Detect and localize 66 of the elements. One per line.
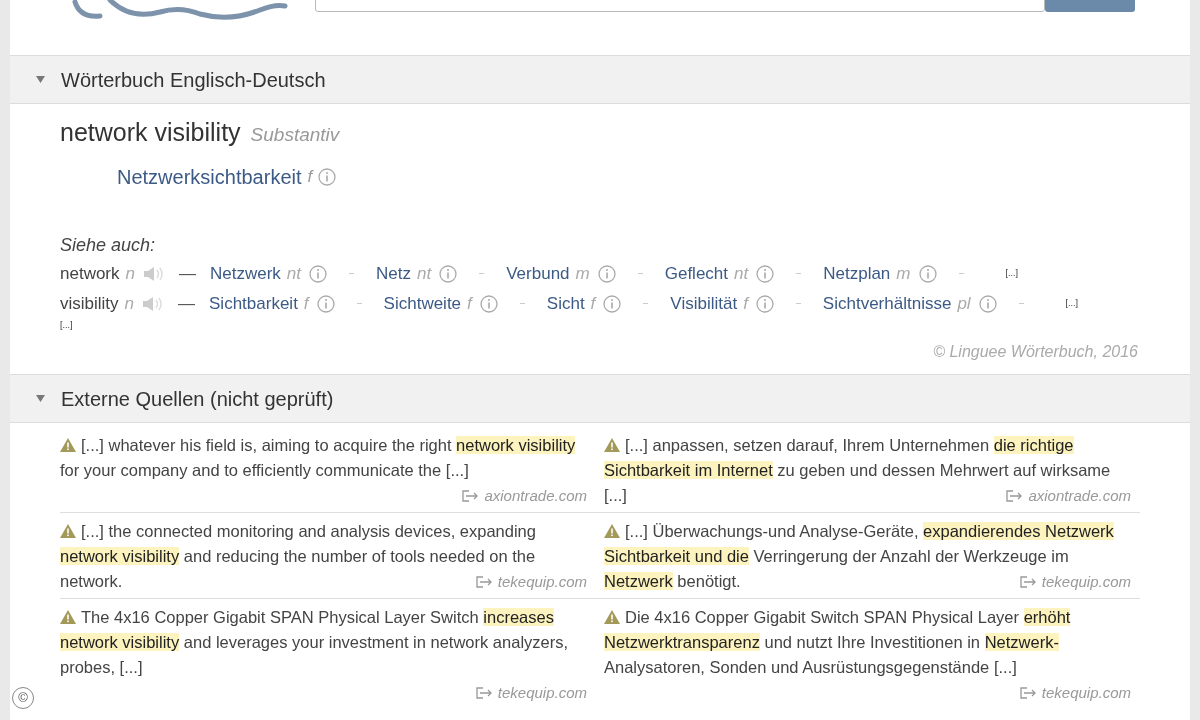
external-link-icon <box>1019 686 1038 699</box>
warning-icon <box>604 524 620 538</box>
external-link-icon <box>475 575 494 588</box>
see-also-label: Siehe auch: <box>60 233 157 257</box>
collapse-icon[interactable] <box>36 395 45 402</box>
info-icon[interactable] <box>918 264 937 283</box>
warning-icon <box>60 438 76 452</box>
more-link[interactable]: [...] <box>60 318 73 332</box>
gender-label: m <box>896 262 911 285</box>
example-sentence: The 4x16 Copper Gigabit SPAN Physical Layer Switch increases network visibility and leverages your investment in network analyzers, probes, [...] <box>60 607 570 678</box>
translation-link[interactable]: Sichtverhältnisse <box>822 290 952 317</box>
collapse-icon[interactable] <box>36 76 45 83</box>
more-link[interactable]: [...] <box>1065 296 1079 311</box>
gender-label: nt <box>417 262 432 285</box>
translation-link[interactable]: Verbund <box>506 260 570 287</box>
info-icon[interactable] <box>318 167 337 186</box>
info-icon[interactable] <box>597 264 616 283</box>
headword: network visibility <box>60 117 241 148</box>
warning-icon <box>604 610 620 624</box>
gender-label: f <box>467 292 472 315</box>
speaker-icon[interactable] <box>142 295 165 312</box>
gender-label: f <box>307 165 313 188</box>
gender-label: f <box>743 292 748 315</box>
section-header[interactable]: Wörterbuch Englisch-Deutsch <box>10 55 1190 104</box>
section-title: Externe Quellen (nicht geprüft) <box>61 386 334 412</box>
gender-label: f <box>590 292 596 315</box>
part-of-speech: Substantiv <box>250 123 340 147</box>
translation-link[interactable]: Netzwerk <box>210 260 281 287</box>
translation-link[interactable]: Sicht <box>546 290 585 317</box>
info-icon[interactable] <box>756 264 775 283</box>
more-link[interactable]: [...] <box>1005 266 1018 281</box>
external-link-icon <box>1019 575 1038 588</box>
info-icon[interactable] <box>978 294 997 313</box>
search-field[interactable] <box>315 0 1045 12</box>
word-link[interactable]: visibility <box>60 290 119 317</box>
gender-label: f <box>303 292 309 315</box>
translation-link[interactable]: Geflecht <box>664 260 729 287</box>
info-icon[interactable] <box>309 264 328 283</box>
info-icon[interactable] <box>603 294 622 313</box>
info-icon[interactable] <box>479 294 498 313</box>
translation-link[interactable]: Visibilität <box>670 290 738 317</box>
gender-label: pl <box>957 292 971 315</box>
translation-link[interactable]: Netzwerksichtbarkeit <box>117 161 302 192</box>
pos-label: n <box>124 292 135 315</box>
gender-label: m <box>575 262 590 285</box>
gender-label: nt <box>734 262 749 285</box>
copyright-text: © Linguee Wörterbuch, 2016 <box>933 342 1138 362</box>
speaker-icon[interactable] <box>143 265 165 282</box>
warning-icon <box>60 524 76 538</box>
warning-icon <box>604 438 620 452</box>
section-title: Wörterbuch Englisch-Deutsch <box>61 67 326 93</box>
translation-link[interactable]: Netzplan <box>823 260 891 287</box>
info-icon[interactable] <box>755 294 774 313</box>
external-link-icon <box>475 686 494 699</box>
pos-label: n <box>125 262 135 285</box>
translation-link[interactable]: Netz <box>376 260 411 287</box>
info-icon[interactable] <box>316 294 335 313</box>
section-header[interactable]: Externe Quellen (nicht geprüft) <box>10 374 1190 423</box>
dash-mark: — <box>178 292 196 315</box>
translation-link[interactable]: Sichtbarkeit <box>209 290 298 317</box>
warning-icon <box>60 610 76 624</box>
translation-link[interactable]: Sichtweite <box>383 290 462 317</box>
gender-label: nt <box>286 262 302 285</box>
word-link[interactable]: network <box>60 260 120 287</box>
dash-mark: — <box>179 262 196 285</box>
info-icon[interactable] <box>439 264 458 283</box>
